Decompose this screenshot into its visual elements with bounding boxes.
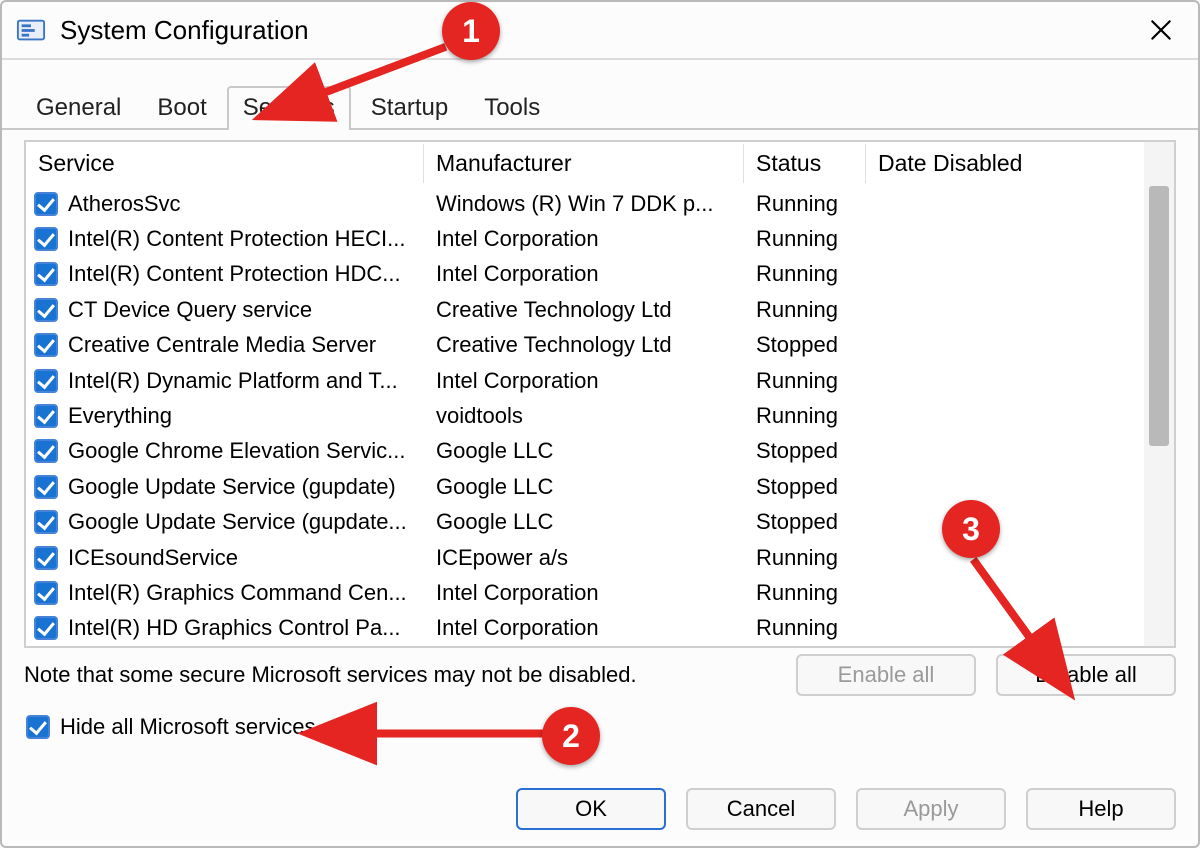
service-row[interactable]: CT Device Query service Creative Technolo… xyxy=(26,292,1144,327)
service-status: Stopped xyxy=(744,332,866,358)
service-row[interactable]: Google Chrome Elevation Servic... Google … xyxy=(26,434,1144,469)
service-status: Running xyxy=(744,368,866,394)
service-manufacturer: Google LLC xyxy=(424,438,744,464)
service-checkbox[interactable] xyxy=(34,546,58,570)
column-headers: Service Manufacturer Status Date Disable… xyxy=(26,142,1144,184)
service-name: AtherosSvc xyxy=(68,191,181,217)
service-name: ICEsoundService xyxy=(68,545,238,571)
service-row[interactable]: Google Update Service (gupdate... Google … xyxy=(26,505,1144,540)
tab-startup[interactable]: Startup xyxy=(355,86,464,130)
service-checkbox[interactable] xyxy=(34,298,58,322)
service-row[interactable]: Intel(R) Content Protection HECI... Intel… xyxy=(26,221,1144,256)
apply-button[interactable]: Apply xyxy=(856,788,1006,830)
service-status: Running xyxy=(744,545,866,571)
service-status: Stopped xyxy=(744,509,866,535)
tab-strip: GeneralBootServicesStartupTools xyxy=(2,60,1198,130)
service-row[interactable]: Google Update Service (gupdate) Google LL… xyxy=(26,469,1144,504)
services-list: Service Manufacturer Status Date Disable… xyxy=(24,140,1176,648)
service-status: Running xyxy=(744,297,866,323)
service-manufacturer: Google LLC xyxy=(424,474,744,500)
service-status: Stopped xyxy=(744,438,866,464)
service-name: Intel(R) Content Protection HDC... xyxy=(68,261,401,287)
service-name: Everything xyxy=(68,403,172,429)
tab-services[interactable]: Services xyxy=(227,86,351,130)
system-configuration-window: System Configuration GeneralBootServices… xyxy=(0,0,1200,848)
service-row[interactable]: Intel(R) Dynamic Platform and T... Intel … xyxy=(26,363,1144,398)
service-manufacturer: Google LLC xyxy=(424,509,744,535)
service-manufacturer: Intel Corporation xyxy=(424,261,744,287)
header-date-disabled[interactable]: Date Disabled xyxy=(866,144,1144,183)
service-manufacturer: voidtools xyxy=(424,403,744,429)
enable-all-button[interactable]: Enable all xyxy=(796,654,976,696)
service-manufacturer: Intel Corporation xyxy=(424,226,744,252)
service-rows: AtherosSvcWindows (R) Win 7 DDK p...Runn… xyxy=(26,184,1144,646)
disable-all-button[interactable]: Disable all xyxy=(996,654,1176,696)
service-checkbox[interactable] xyxy=(34,439,58,463)
close-button[interactable] xyxy=(1140,9,1182,51)
tab-content-services: Service Manufacturer Status Date Disable… xyxy=(2,130,1198,740)
title-bar: System Configuration xyxy=(2,2,1198,60)
service-checkbox[interactable] xyxy=(34,227,58,251)
service-checkbox[interactable] xyxy=(34,262,58,286)
help-button[interactable]: Help xyxy=(1026,788,1176,830)
service-row[interactable]: AtherosSvc Windows (R) Win 7 DDK p...Runn… xyxy=(26,186,1144,221)
service-row[interactable]: Creative Centrale Media Server Creative T… xyxy=(26,328,1144,363)
tab-tools[interactable]: Tools xyxy=(468,86,556,130)
service-name: Intel(R) Dynamic Platform and T... xyxy=(68,368,398,394)
cancel-button[interactable]: Cancel xyxy=(686,788,836,830)
service-status: Running xyxy=(744,403,866,429)
window-title: System Configuration xyxy=(60,15,309,46)
service-manufacturer: Creative Technology Ltd xyxy=(424,297,744,323)
service-checkbox[interactable] xyxy=(34,581,58,605)
service-name: CT Device Query service xyxy=(68,297,312,323)
service-manufacturer: Intel Corporation xyxy=(424,368,744,394)
service-row[interactable]: Intel(R) Content Protection HDC... Intel … xyxy=(26,257,1144,292)
dialog-buttons: OK Cancel Apply Help xyxy=(516,788,1176,830)
service-manufacturer: Creative Technology Ltd xyxy=(424,332,744,358)
service-name: Google Chrome Elevation Servic... xyxy=(68,438,406,464)
service-status: Running xyxy=(744,615,866,641)
hide-ms-label[interactable]: Hide all Microsoft services xyxy=(60,714,316,740)
tab-boot[interactable]: Boot xyxy=(141,86,222,130)
service-checkbox[interactable] xyxy=(34,192,58,216)
scrollbar-thumb[interactable] xyxy=(1149,186,1169,446)
service-manufacturer: Intel Corporation xyxy=(424,580,744,606)
header-service[interactable]: Service xyxy=(26,144,424,183)
service-checkbox[interactable] xyxy=(34,510,58,534)
service-status: Stopped xyxy=(744,474,866,500)
service-manufacturer: Windows (R) Win 7 DDK p... xyxy=(424,191,744,217)
service-row[interactable]: Everything voidtoolsRunning xyxy=(26,398,1144,433)
service-name: Intel(R) HD Graphics Control Pa... xyxy=(68,615,401,641)
service-row[interactable]: ICEsoundService ICEpower a/sRunning xyxy=(26,540,1144,575)
service-status: Running xyxy=(744,261,866,287)
service-checkbox[interactable] xyxy=(34,369,58,393)
service-name: Creative Centrale Media Server xyxy=(68,332,376,358)
header-manufacturer[interactable]: Manufacturer xyxy=(424,144,744,183)
service-manufacturer: ICEpower a/s xyxy=(424,545,744,571)
service-status: Running xyxy=(744,191,866,217)
service-row[interactable]: Intel(R) HD Graphics Control Pa... Intel … xyxy=(26,611,1144,646)
service-name: Google Update Service (gupdate) xyxy=(68,474,396,500)
header-status[interactable]: Status xyxy=(744,144,866,183)
service-name: Intel(R) Graphics Command Cen... xyxy=(68,580,407,606)
service-name: Intel(R) Content Protection HECI... xyxy=(68,226,405,252)
service-checkbox[interactable] xyxy=(34,616,58,640)
hide-ms-checkbox[interactable] xyxy=(26,715,50,739)
service-status: Running xyxy=(744,226,866,252)
ok-button[interactable]: OK xyxy=(516,788,666,830)
service-status: Running xyxy=(744,580,866,606)
service-checkbox[interactable] xyxy=(34,404,58,428)
vertical-scrollbar[interactable] xyxy=(1144,142,1174,646)
service-name: Google Update Service (gupdate... xyxy=(68,509,407,535)
disabled-note: Note that some secure Microsoft services… xyxy=(24,662,776,688)
service-checkbox[interactable] xyxy=(34,333,58,357)
tab-general[interactable]: General xyxy=(20,86,137,130)
service-checkbox[interactable] xyxy=(34,475,58,499)
app-icon xyxy=(16,15,46,45)
service-row[interactable]: Intel(R) Graphics Command Cen... Intel Co… xyxy=(26,575,1144,610)
service-manufacturer: Intel Corporation xyxy=(424,615,744,641)
